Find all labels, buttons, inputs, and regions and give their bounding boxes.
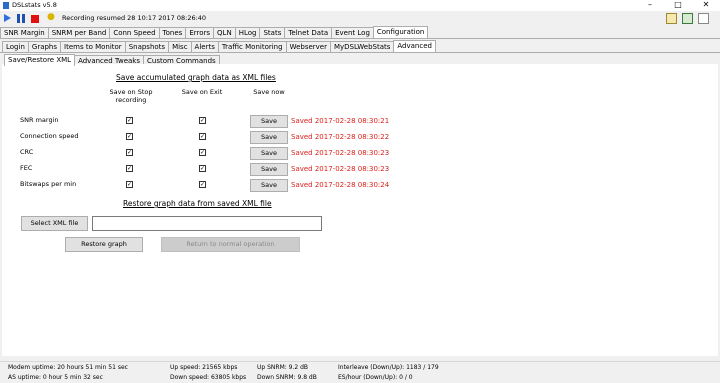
title-bar: DSLstats v5.8 – □ ✕: [0, 0, 720, 11]
select-xml-file-button[interactable]: Select XML file: [21, 216, 88, 231]
tab-webserver[interactable]: Webserver: [285, 41, 331, 52]
tab-misc[interactable]: Misc: [168, 41, 192, 52]
save-on-exit-checkbox[interactable]: ✓: [199, 165, 206, 172]
save-on-exit-checkbox[interactable]: ✓: [199, 133, 206, 140]
tab-traffic-monitoring[interactable]: Traffic Monitoring: [217, 41, 287, 52]
restore-section-heading: Restore graph data from saved XML file: [123, 199, 272, 208]
as-uptime: AS uptime: 0 hour 5 min 32 sec: [8, 374, 103, 381]
save-now-button[interactable]: Save: [250, 163, 288, 176]
save-on-exit-checkbox[interactable]: ✓: [199, 181, 206, 188]
save-on-stop-checkbox[interactable]: ✓: [126, 149, 133, 156]
maximize-icon[interactable]: □: [664, 0, 692, 11]
saved-status: Saved 2017-02-28 08:30:23: [291, 149, 390, 157]
tab-event-log[interactable]: Event Log: [331, 27, 374, 38]
save-on-stop-checkbox[interactable]: ✓: [126, 117, 133, 124]
up-snrm: Up SNRM: 9.2 dB: [257, 364, 309, 371]
snapshot-icon[interactable]: [666, 13, 677, 24]
saved-status: Saved 2017-02-28 08:30:22: [291, 133, 390, 141]
column-save-now: Save now: [253, 88, 285, 96]
down-speed: Down speed: 63805 kbps: [170, 374, 247, 381]
xml-file-path-input[interactable]: [92, 216, 322, 231]
tab-snapshots[interactable]: Snapshots: [124, 41, 170, 52]
lightbulb-icon[interactable]: ●: [47, 13, 55, 22]
save-on-stop-checkbox[interactable]: ✓: [126, 181, 133, 188]
tab-items-to-monitor[interactable]: Items to Monitor: [60, 41, 126, 52]
main-tab-divider: [0, 38, 720, 39]
row-label-fec: FEC: [20, 164, 33, 172]
restore-graph-button[interactable]: Restore graph: [65, 237, 143, 252]
main-tab-bar: SNR Margin SNRM per Band Conn Speed Tones Er…: [0, 26, 429, 38]
tab-qln[interactable]: QLN: [213, 27, 236, 38]
status-bar: Modem uptime: 20 hours 51 min 51 sec AS …: [0, 361, 720, 383]
tab-login[interactable]: Login: [2, 41, 29, 52]
tab-alerts[interactable]: Alerts: [190, 41, 219, 52]
saved-status: Saved 2017-02-28 08:30:21: [291, 117, 390, 125]
es-per-hour: ES/hour (Down/Up): 0 / 0: [338, 374, 413, 381]
save-now-button[interactable]: Save: [250, 131, 288, 144]
tab-stats[interactable]: Stats: [259, 27, 286, 38]
row-label-bitswaps-per-min: Bitswaps per min: [20, 180, 77, 188]
save-on-stop-checkbox[interactable]: ✓: [126, 165, 133, 172]
close-icon[interactable]: ✕: [692, 0, 720, 11]
stop-icon[interactable]: [31, 15, 39, 23]
pause-icon[interactable]: [17, 14, 26, 23]
row-label-connection-speed: Connection speed: [20, 132, 79, 140]
up-speed: Up speed: 21565 kbps: [170, 364, 238, 371]
save-restore-panel: Save accumulated graph data as XML files…: [2, 64, 718, 356]
app-icon: [3, 2, 9, 9]
save-now-button[interactable]: Save: [250, 147, 288, 160]
tab-mydslwebstats[interactable]: MyDSLWebStats: [329, 41, 395, 52]
saved-status: Saved 2017-02-28 08:30:24: [291, 181, 390, 189]
window-icon[interactable]: [698, 13, 709, 24]
down-snrm: Down SNRM: 9.8 dB: [257, 374, 317, 381]
toolbar: ● Recording resumed 28 10:17 2017 08:26:…: [0, 11, 720, 26]
tab-snr-margin[interactable]: SNR Margin: [0, 27, 49, 38]
tab-configuration[interactable]: Configuration: [372, 26, 429, 38]
tab-tones[interactable]: Tones: [158, 27, 187, 38]
save-section-heading: Save accumulated graph data as XML files: [116, 73, 276, 82]
column-save-on-exit: Save on Exit: [181, 88, 223, 96]
play-icon[interactable]: [4, 14, 11, 22]
save-on-exit-checkbox[interactable]: ✓: [199, 149, 206, 156]
save-now-button[interactable]: Save: [250, 179, 288, 192]
column-save-on-stop: Save on Stop recording: [109, 88, 153, 104]
tab-hlog[interactable]: HLog: [234, 27, 261, 38]
return-to-normal-button[interactable]: Return to normal operation: [161, 237, 300, 252]
save-now-button[interactable]: Save: [250, 115, 288, 128]
saved-status: Saved 2017-02-28 08:30:23: [291, 165, 390, 173]
window-title: DSLstats v5.8: [12, 1, 57, 9]
tab-save-restore-xml[interactable]: Save/Restore XML: [4, 54, 76, 66]
interleave: Interleave (Down/Up): 1183 / 179: [338, 364, 439, 371]
tab-errors[interactable]: Errors: [185, 27, 215, 38]
config-tab-bar: Login Graphs Items to Monitor Snapshots Misc…: [2, 40, 436, 52]
recording-status: Recording resumed 28 10:17 2017 08:26:40: [62, 14, 207, 22]
save-on-stop-checkbox[interactable]: ✓: [126, 133, 133, 140]
modem-uptime: Modem uptime: 20 hours 51 min 51 sec: [8, 364, 128, 371]
row-label-crc: CRC: [20, 148, 34, 156]
row-label-snr-margin: SNR margin: [20, 116, 59, 124]
minimize-icon[interactable]: –: [636, 0, 664, 11]
tab-conn-speed[interactable]: Conn Speed: [109, 27, 160, 38]
config-tab-divider: [0, 52, 720, 53]
save-on-exit-checkbox[interactable]: ✓: [199, 117, 206, 124]
tab-telnet-data[interactable]: Telnet Data: [284, 27, 333, 38]
tab-snrm-per-band[interactable]: SNRM per Band: [47, 27, 111, 38]
spreadsheet-icon[interactable]: [682, 13, 693, 24]
tab-graphs[interactable]: Graphs: [27, 41, 62, 52]
tab-advanced[interactable]: Advanced: [393, 40, 436, 52]
